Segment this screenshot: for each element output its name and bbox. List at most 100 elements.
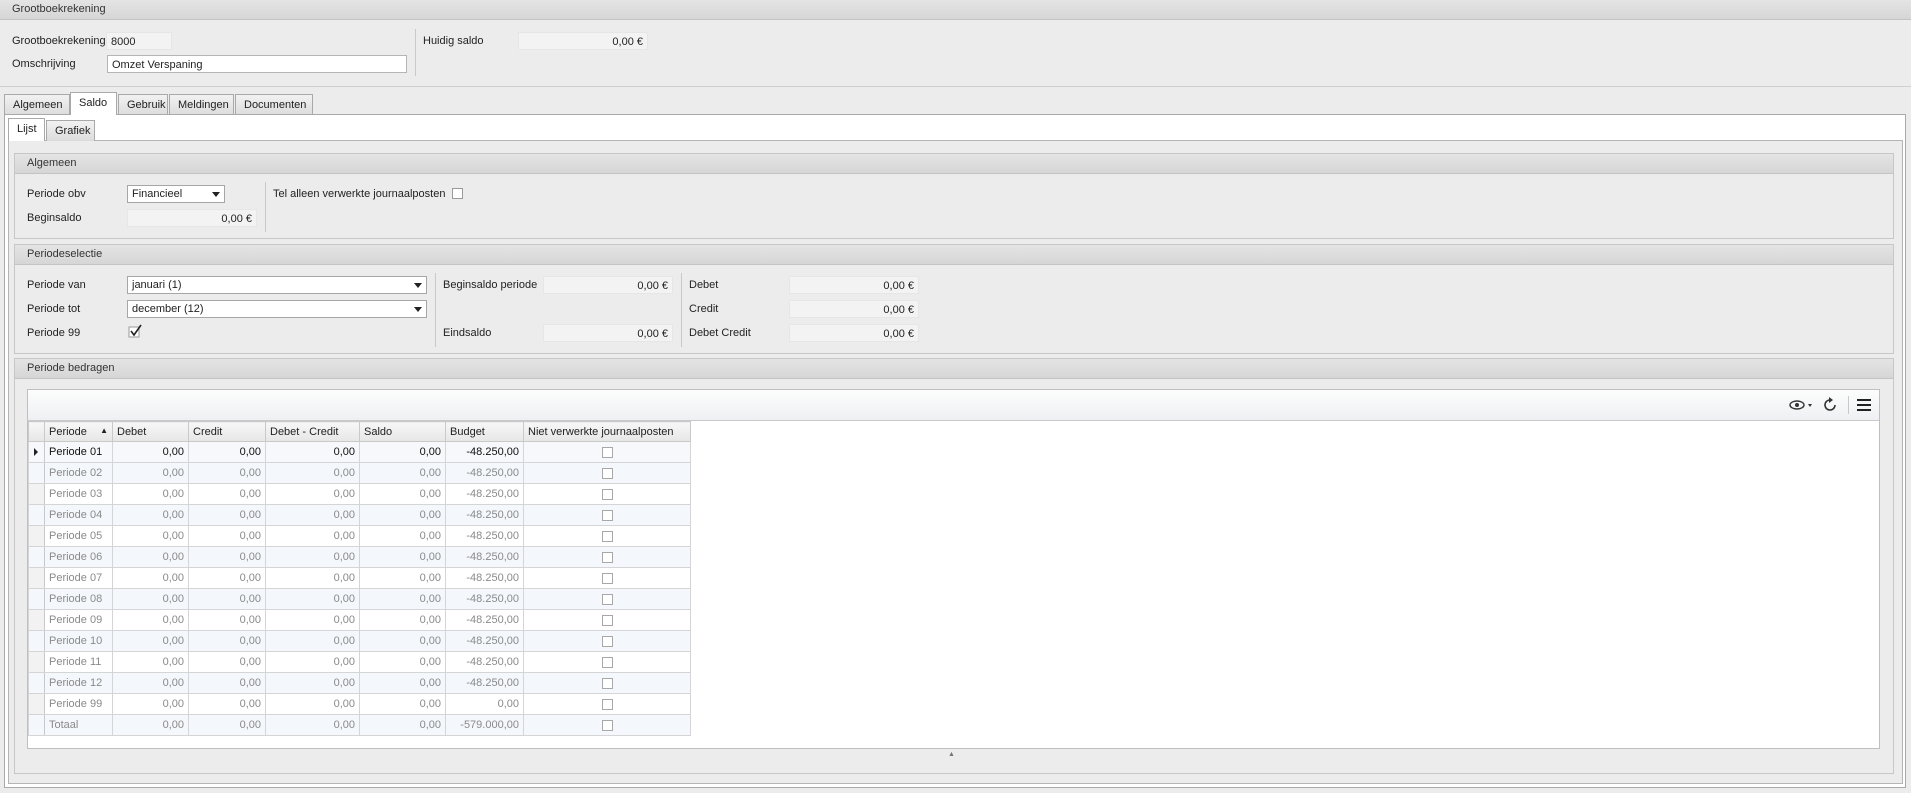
cell-budget: -579.000,00 xyxy=(445,714,524,736)
cell-credit: 0,00 xyxy=(188,483,266,505)
cell-unprocessed xyxy=(523,567,691,589)
balance-label: Huidig saldo xyxy=(423,35,484,47)
general-title: Algemeen xyxy=(15,154,1893,174)
only-processed-checkbox[interactable] xyxy=(452,188,463,199)
opening-balance-field: 0,00 € xyxy=(127,209,257,227)
unprocessed-checkbox[interactable] xyxy=(601,572,613,584)
unprocessed-checkbox[interactable] xyxy=(601,488,613,500)
table-row[interactable]: Periode 03 0,00 0,00 0,00 0,00 -48.250,00 xyxy=(28,483,691,505)
end-balance-label: Eindsaldo xyxy=(443,327,492,339)
row-indicator xyxy=(28,714,45,736)
refresh-icon[interactable] xyxy=(1822,397,1838,416)
column-header-credit[interactable]: Credit xyxy=(188,421,266,442)
column-header-debit[interactable]: Debet xyxy=(112,421,189,442)
row-indicator xyxy=(28,546,45,568)
tab-documenten[interactable]: Documenten xyxy=(235,94,313,115)
unprocessed-checkbox[interactable] xyxy=(601,635,613,647)
period-basis-select[interactable]: Financieel xyxy=(127,185,225,203)
account-label: Grootboekrekening xyxy=(12,35,106,47)
unprocessed-checkbox[interactable] xyxy=(601,467,613,479)
tab-meldingen[interactable]: Meldingen xyxy=(169,94,234,115)
current-row-icon xyxy=(34,448,38,456)
cell-credit: 0,00 xyxy=(188,441,266,463)
unprocessed-checkbox[interactable] xyxy=(601,530,613,542)
period-to-label: Periode tot xyxy=(27,303,81,315)
column-header-budget[interactable]: Budget xyxy=(445,421,524,442)
cell-saldo: 0,00 xyxy=(359,462,446,484)
period-opening-field: 0,00 € xyxy=(543,276,673,294)
cell-debit-credit: 0,00 xyxy=(265,567,360,589)
unprocessed-checkbox[interactable] xyxy=(601,446,613,458)
table-row[interactable]: Periode 09 0,00 0,00 0,00 0,00 -48.250,00 xyxy=(28,609,691,631)
column-header-saldo[interactable]: Saldo xyxy=(359,421,446,442)
cell-period: Periode 99 xyxy=(44,693,113,715)
unprocessed-checkbox[interactable] xyxy=(601,656,613,668)
table-row[interactable]: Periode 01 0,00 0,00 0,00 0,00 -48.250,00 xyxy=(28,441,691,463)
unprocessed-checkbox[interactable] xyxy=(601,719,613,731)
header-panel: Grootboekrekening Grootboekrekening 8000… xyxy=(0,0,1911,87)
cell-period: Periode 06 xyxy=(44,546,113,568)
cell-debit: 0,00 xyxy=(112,588,189,610)
cell-saldo: 0,00 xyxy=(359,567,446,589)
period-99-checkbox[interactable] xyxy=(128,324,142,338)
cell-period: Periode 07 xyxy=(44,567,113,589)
cell-budget: -48.250,00 xyxy=(445,609,524,631)
period-basis-label: Periode obv xyxy=(27,188,86,200)
column-header-debit-credit[interactable]: Debet - Credit xyxy=(265,421,360,442)
description-field[interactable]: Omzet Verspaning xyxy=(107,55,407,73)
row-indicator xyxy=(28,483,45,505)
period-to-select[interactable]: december (12) xyxy=(127,300,427,318)
cell-credit: 0,00 xyxy=(188,525,266,547)
tab-saldo[interactable]: Saldo xyxy=(70,92,117,115)
cell-credit: 0,00 xyxy=(188,588,266,610)
cell-unprocessed xyxy=(523,462,691,484)
unprocessed-checkbox[interactable] xyxy=(601,677,613,689)
table-row[interactable]: Periode 08 0,00 0,00 0,00 0,00 -48.250,00 xyxy=(28,588,691,610)
table-row[interactable]: Periode 04 0,00 0,00 0,00 0,00 -48.250,00 xyxy=(28,504,691,526)
subtab-lijst[interactable]: Lijst xyxy=(8,118,45,141)
cell-credit: 0,00 xyxy=(188,672,266,694)
table-row[interactable]: Periode 10 0,00 0,00 0,00 0,00 -48.250,00 xyxy=(28,630,691,652)
collapse-icon[interactable]: ▲ xyxy=(948,751,955,758)
cell-debit: 0,00 xyxy=(112,546,189,568)
table-row[interactable]: Totaal 0,00 0,00 0,00 0,00 -579.000,00 xyxy=(28,714,691,736)
cell-credit: 0,00 xyxy=(188,504,266,526)
table-row[interactable]: Periode 11 0,00 0,00 0,00 0,00 -48.250,00 xyxy=(28,651,691,673)
table-row[interactable]: Periode 02 0,00 0,00 0,00 0,00 -48.250,00 xyxy=(28,462,691,484)
cell-credit: 0,00 xyxy=(188,609,266,631)
view-options-icon[interactable] xyxy=(1789,398,1815,415)
only-processed-label: Tel alleen verwerkte journaalposten xyxy=(273,188,446,200)
cell-period: Periode 12 xyxy=(44,672,113,694)
tab-algemeen[interactable]: Algemeen xyxy=(4,94,70,115)
cell-unprocessed xyxy=(523,609,691,631)
table-row[interactable]: Periode 99 0,00 0,00 0,00 0,00 0,00 xyxy=(28,693,691,715)
period-from-label: Periode van xyxy=(27,279,86,291)
debit-credit-label: Debet Credit xyxy=(689,327,751,339)
sort-ascending-icon: ▲ xyxy=(100,425,108,435)
unprocessed-checkbox[interactable] xyxy=(601,509,613,521)
unprocessed-checkbox[interactable] xyxy=(601,551,613,563)
account-number-field[interactable]: 8000 xyxy=(106,32,172,50)
row-indicator xyxy=(28,441,45,463)
cell-debit: 0,00 xyxy=(112,567,189,589)
cell-period: Periode 09 xyxy=(44,609,113,631)
cell-saldo: 0,00 xyxy=(359,441,446,463)
cell-budget: -48.250,00 xyxy=(445,651,524,673)
subtab-grafiek[interactable]: Grafiek xyxy=(46,120,95,141)
unprocessed-checkbox[interactable] xyxy=(601,698,613,710)
tab-gebruik[interactable]: Gebruik xyxy=(118,94,168,115)
table-row[interactable]: Periode 12 0,00 0,00 0,00 0,00 -48.250,00 xyxy=(28,672,691,694)
table-row[interactable]: Periode 06 0,00 0,00 0,00 0,00 -48.250,00 xyxy=(28,546,691,568)
cell-unprocessed xyxy=(523,504,691,526)
cell-budget: -48.250,00 xyxy=(445,546,524,568)
table-row[interactable]: Periode 05 0,00 0,00 0,00 0,00 -48.250,00 xyxy=(28,525,691,547)
unprocessed-checkbox[interactable] xyxy=(601,614,613,626)
cell-unprocessed xyxy=(523,630,691,652)
menu-icon[interactable] xyxy=(1856,398,1872,415)
column-header-period[interactable]: Periode ▲ xyxy=(44,421,113,442)
period-from-select[interactable]: januari (1) xyxy=(127,276,427,294)
unprocessed-checkbox[interactable] xyxy=(601,593,613,605)
column-header-unprocessed[interactable]: Niet verwerkte journaalposten xyxy=(523,421,691,442)
table-row[interactable]: Periode 07 0,00 0,00 0,00 0,00 -48.250,00 xyxy=(28,567,691,589)
cell-debit-credit: 0,00 xyxy=(265,525,360,547)
